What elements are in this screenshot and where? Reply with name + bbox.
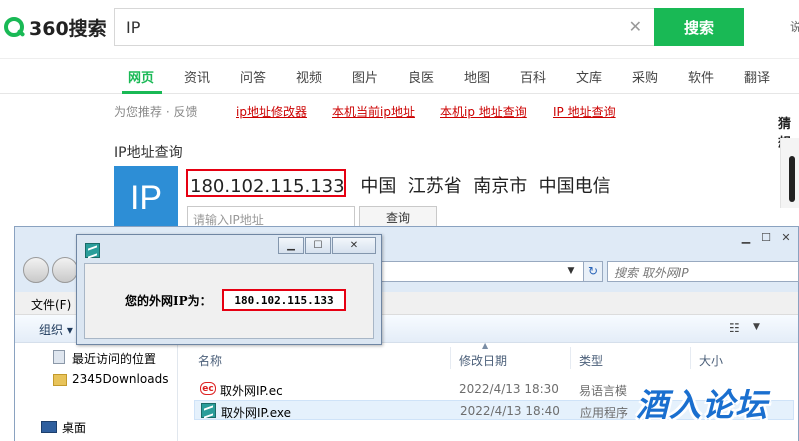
nav-buttons: [23, 257, 81, 283]
column-separator[interactable]: [690, 347, 691, 369]
organize-button[interactable]: 组织 ▾: [39, 321, 73, 338]
watermark: 酒入论坛: [636, 386, 769, 424]
ip-dialog: ▁ ☐ ✕ 您的外网IP为： 180.102.115.133: [76, 234, 382, 345]
file-type: 应用程序: [580, 406, 629, 420]
view-options-icon[interactable]: ☷: [729, 321, 740, 335]
nav-item-recent[interactable]: 最近访问的位置: [72, 350, 156, 367]
forward-button[interactable]: [52, 257, 78, 283]
nav-item-desktop[interactable]: 桌面: [62, 419, 86, 436]
dialog-label: 您的外网IP为：: [125, 294, 212, 308]
column-header-date[interactable]: 修改日期: [459, 352, 507, 369]
tab-baike[interactable]: 百科: [520, 67, 546, 86]
desktop-icon: [41, 421, 57, 433]
address-bar[interactable]: [380, 261, 584, 282]
tab-images[interactable]: 图片: [352, 67, 378, 86]
dialog-body: 您的外网IP为： 180.102.115.133: [84, 263, 374, 339]
logo-q-icon: [4, 17, 24, 37]
maximize-button[interactable]: ☐: [756, 231, 776, 245]
menu-file[interactable]: 文件(F): [31, 296, 71, 313]
dialog-close-button[interactable]: ✕: [332, 237, 376, 254]
minimize-button[interactable]: ▁: [736, 231, 756, 245]
file-date: 2022/4/13 18:30: [459, 382, 559, 396]
tab-web[interactable]: 网页: [128, 67, 154, 86]
recent-places-icon: [53, 350, 65, 364]
tab-maps[interactable]: 地图: [464, 67, 490, 86]
tab-qa[interactable]: 问答: [240, 67, 266, 86]
tab-translate[interactable]: 翻译: [744, 67, 770, 86]
tab-purchase[interactable]: 采购: [632, 67, 658, 86]
tab-wenku[interactable]: 文库: [576, 67, 602, 86]
search-query-text: IP: [126, 18, 141, 37]
ip-location-text: 中国 江苏省 南京市 中国电信: [360, 176, 611, 197]
column-header-name[interactable]: 名称: [198, 352, 222, 369]
search-input[interactable]: IP ✕: [114, 8, 654, 46]
dialog-ip-value: 180.102.115.133: [222, 289, 346, 311]
ip-card-title[interactable]: IP地址查询: [114, 142, 183, 162]
clear-icon[interactable]: ✕: [629, 17, 642, 36]
explorer-search-input[interactable]: 搜索 取外网IP: [607, 261, 799, 282]
ip-address-text: 180.102.115.133: [190, 176, 345, 197]
tab-software[interactable]: 软件: [688, 67, 714, 86]
file-date: 2022/4/13 18:40: [460, 404, 560, 418]
app-icon: [85, 243, 100, 258]
site-logo[interactable]: 360搜索: [4, 12, 107, 42]
related-link[interactable]: IP 地址查询: [553, 103, 616, 120]
navigation-pane: 最近访问的位置 2345Downloads 桌面: [15, 343, 178, 441]
related-link[interactable]: 本机当前ip地址: [332, 103, 415, 120]
dialog-minimize-button[interactable]: ▁: [278, 237, 304, 254]
column-separator[interactable]: [570, 347, 571, 369]
active-tab-underline: [122, 91, 162, 94]
related-link[interactable]: 本机ip 地址查询: [440, 103, 527, 120]
related-prefix: 为您推荐 · 反馈: [114, 105, 198, 119]
related-link[interactable]: ip地址修改器: [236, 103, 307, 120]
search-button[interactable]: 搜索: [654, 8, 744, 46]
exe-file-icon: [201, 403, 216, 418]
column-header-size[interactable]: 大小: [699, 352, 723, 369]
view-dropdown-icon[interactable]: ▼: [753, 322, 760, 332]
dialog-maximize-button[interactable]: ☐: [305, 237, 331, 254]
folder-icon: [53, 374, 67, 386]
ip-result: 180.102.115.133 中国 江苏省 南京市 中国电信: [190, 172, 611, 198]
file-name: 取外网IP.exe: [221, 406, 292, 420]
address-dropdown-icon[interactable]: ▼: [560, 262, 582, 281]
tab-news[interactable]: 资讯: [184, 67, 210, 86]
close-button[interactable]: ✕: [776, 231, 796, 245]
ec-file-icon: ec: [200, 382, 216, 395]
column-header-type[interactable]: 类型: [579, 352, 603, 369]
file-name: 取外网IP.ec: [220, 384, 283, 398]
ip-logo-icon: IP: [114, 166, 178, 230]
logo-text: 360搜索: [29, 17, 107, 40]
header-edge-text[interactable]: 说: [790, 18, 799, 35]
nav-item-downloads[interactable]: 2345Downloads: [72, 372, 168, 386]
refresh-button[interactable]: ↻: [583, 261, 603, 282]
search-category-nav: 网页 资讯 问答 视频 图片 良医 地图 百科 文库 采购 软件 翻译: [0, 58, 799, 94]
column-separator[interactable]: [450, 347, 451, 369]
sort-caret-icon: ▲: [482, 341, 489, 350]
explorer-caption-buttons: ▁ ☐ ✕: [736, 231, 796, 245]
file-type: 易语言模: [579, 384, 628, 398]
tab-health[interactable]: 良医: [408, 67, 434, 86]
back-button[interactable]: [23, 257, 49, 283]
right-panel-thumbnail[interactable]: [780, 138, 799, 208]
tab-video[interactable]: 视频: [296, 67, 322, 86]
